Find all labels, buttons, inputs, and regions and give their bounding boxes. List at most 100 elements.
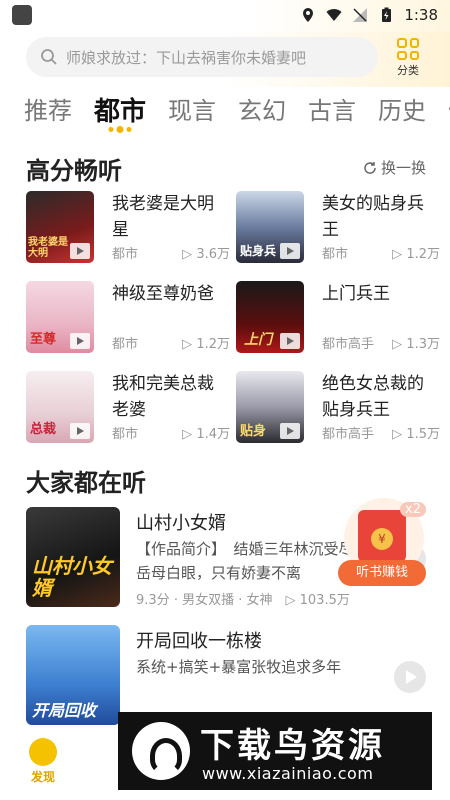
- nav-discover[interactable]: 发现: [18, 738, 68, 785]
- book-plays-count: 1.5万: [406, 427, 440, 442]
- tab-urban-label: 都市: [94, 97, 147, 127]
- category-grid-icon: [397, 38, 419, 60]
- book-plays: ▷ 1.4万: [182, 427, 230, 442]
- watermark-title: 下载鸟资源: [200, 726, 385, 766]
- book-genre: 都市: [112, 427, 139, 442]
- top-bar: 师娘求放过：下山去祸害你未婚妻吧 分类: [0, 32, 450, 87]
- book-plays-count: 1.3万: [406, 337, 440, 352]
- section-title: 高分畅听: [26, 157, 122, 185]
- cover-text: 上门: [244, 332, 272, 348]
- book-meta: 都市高手 ▷ 1.5万: [322, 423, 440, 442]
- book-cover: 贴身兵: [236, 191, 304, 263]
- book-plays-count: 1.2万: [406, 247, 440, 262]
- book-title: 美女的贴身兵王: [322, 194, 424, 240]
- book-plays-count: 3.6万: [196, 247, 230, 262]
- location-icon: [303, 8, 314, 22]
- coin-icon: ¥: [371, 528, 393, 550]
- high-score-grid: 我老婆是大明 我老婆是大明星 都市 ▷ 3.6万 贴身兵 美女的贴身兵王 都市 ▷ …: [0, 191, 450, 463]
- book-meta: 都市 ▷ 1.4万: [112, 423, 230, 442]
- section-title: 大家都在听: [26, 469, 146, 497]
- status-bar: 1:38: [0, 0, 450, 32]
- list-tags: 男女双播 · 女神: [182, 593, 273, 608]
- refresh-button[interactable]: 换一换: [363, 157, 426, 178]
- listen-earn-widget[interactable]: ¥ x2 听书赚钱: [338, 498, 426, 588]
- status-time: 1:38: [404, 6, 438, 24]
- compass-icon: [29, 738, 57, 766]
- wifi-icon: [326, 9, 342, 21]
- signal-icon: [353, 8, 368, 22]
- play-icon: [70, 423, 90, 439]
- refresh-icon: [364, 161, 376, 174]
- book-genre: 都市高手: [322, 427, 375, 442]
- book-plays-count: 1.4万: [196, 427, 230, 442]
- book-card[interactable]: 我老婆是大明 我老婆是大明星 都市 ▷ 3.6万: [26, 191, 230, 263]
- bird-logo-icon: [132, 722, 190, 780]
- list-cover: 开局回收: [26, 625, 120, 725]
- tab-history[interactable]: 历史: [378, 87, 426, 126]
- book-genre: 都市: [112, 337, 139, 352]
- category-button[interactable]: 分类: [390, 38, 426, 78]
- book-card[interactable]: 至尊 神级至尊奶爸 都市 ▷ 1.2万: [26, 281, 230, 353]
- watermark-banner: 下载鸟资源 www.xiazainiao.com: [118, 712, 432, 790]
- list-desc: 【作品简介】 结婚三年林沉受尽岳母白眼，只有娇妻不离: [136, 540, 354, 582]
- book-title: 我和完美总裁老婆: [112, 374, 214, 420]
- list-desc: 系统+搞笑+暴富张牧追求多年: [136, 658, 342, 676]
- list-meta: 9.3分 · 男女双播 · 女神 ▷ 103.5万: [136, 593, 350, 608]
- watermark-url: www.xiazainiao.com: [202, 764, 374, 783]
- search-bar[interactable]: 师娘求放过：下山去祸害你未婚妻吧: [26, 37, 378, 77]
- book-genre: 都市高手: [322, 337, 375, 352]
- book-plays: ▷ 3.6万: [182, 247, 230, 262]
- book-cover: 贴身: [236, 371, 304, 443]
- book-card[interactable]: 贴身 绝色女总裁的贴身兵王 都市高手 ▷ 1.5万: [236, 371, 440, 443]
- cover-text: 开局回收: [32, 701, 97, 720]
- book-cover: 上门: [236, 281, 304, 353]
- play-icon: [280, 243, 300, 259]
- play-icon: [280, 333, 300, 349]
- list-title: 山村小女婿: [136, 513, 226, 534]
- search-icon: [41, 49, 57, 65]
- book-cover: 总裁: [26, 371, 94, 443]
- list-cover: 山村小女婿: [26, 507, 120, 607]
- book-title: 上门兵王: [322, 284, 390, 304]
- book-card[interactable]: 总裁 我和完美总裁老婆 都市 ▷ 1.4万: [26, 371, 230, 443]
- book-title: 我老婆是大明星: [112, 194, 214, 240]
- book-card[interactable]: 贴身兵 美女的贴身兵王 都市 ▷ 1.2万: [236, 191, 440, 263]
- battery-icon: [382, 7, 392, 22]
- category-tabs: 推荐 都市 现言 玄幻 古言 历史 仙: [0, 87, 450, 145]
- category-label: 分类: [397, 64, 419, 77]
- book-meta: 都市高手 ▷ 1.3万: [322, 333, 440, 352]
- book-title: 神级至尊奶爸: [112, 284, 214, 304]
- play-icon: [70, 243, 90, 259]
- book-plays: ▷ 1.2万: [182, 337, 230, 352]
- nav-discover-label: 发现: [30, 770, 55, 784]
- book-plays: ▷ 1.5万: [392, 427, 440, 442]
- tab-fantasy[interactable]: 玄幻: [238, 87, 286, 126]
- listen-earn-label: 听书赚钱: [338, 560, 426, 586]
- cover-text: 山村小女婿: [32, 554, 112, 600]
- tab-recommend[interactable]: 推荐: [24, 87, 72, 126]
- list-plays: 103.5万: [299, 593, 350, 608]
- book-genre: 都市: [112, 247, 139, 262]
- cover-text: 贴身兵: [240, 244, 277, 258]
- book-plays: ▷ 1.2万: [392, 247, 440, 262]
- book-title: 绝色女总裁的贴身兵王: [322, 374, 424, 420]
- cover-text: 贴身: [240, 424, 267, 439]
- status-icons: 1:38: [300, 6, 438, 24]
- tab-ancient-romance[interactable]: 古言: [308, 87, 356, 126]
- cover-text: 至尊: [30, 332, 57, 347]
- cover-text: 我老婆是大明: [28, 237, 68, 259]
- play-icon: [280, 423, 300, 439]
- play-icon: [70, 333, 90, 349]
- multiplier-badge: x2: [400, 502, 426, 517]
- active-tab-indicator: [108, 126, 132, 133]
- tab-urban[interactable]: 都市: [94, 87, 147, 133]
- refresh-label: 换一换: [380, 159, 426, 177]
- cover-text: 总裁: [30, 422, 57, 437]
- app-notification-icon: [12, 5, 32, 25]
- book-cover: 至尊: [26, 281, 94, 353]
- tab-modern-romance[interactable]: 现言: [168, 87, 216, 126]
- list-item[interactable]: 开局回收 开局回收一栋楼 系统+搞笑+暴富张牧追求多年: [26, 625, 426, 725]
- book-card[interactable]: 上门 上门兵王 都市高手 ▷ 1.3万: [236, 281, 440, 353]
- search-placeholder: 师娘求放过：下山去祸害你未婚妻吧: [66, 48, 307, 67]
- play-button[interactable]: [394, 661, 426, 693]
